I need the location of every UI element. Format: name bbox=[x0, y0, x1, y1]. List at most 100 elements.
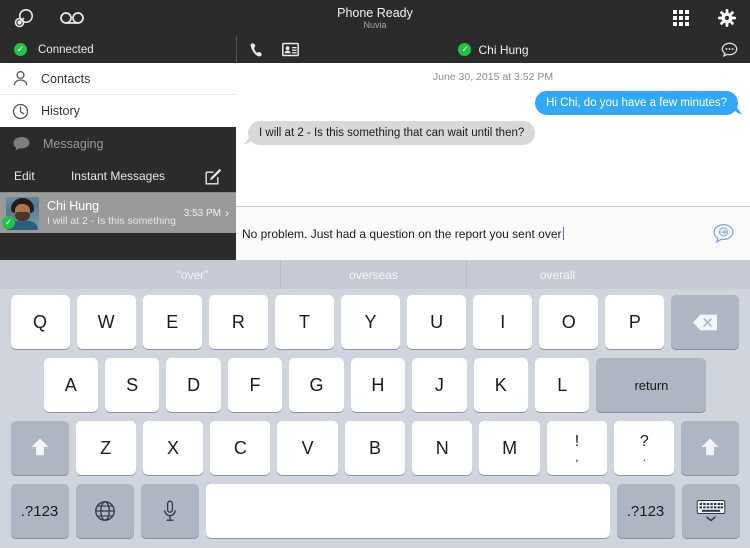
key-v[interactable]: V bbox=[277, 421, 338, 475]
connected-check-icon: ✓ bbox=[14, 43, 27, 56]
backspace-icon bbox=[693, 314, 718, 330]
key-g[interactable]: G bbox=[289, 358, 344, 412]
key-c[interactable]: C bbox=[210, 421, 271, 475]
key-u[interactable]: U bbox=[407, 295, 467, 349]
keyboard-row-2: A S D F G H J K L return bbox=[6, 356, 744, 414]
connected-label: Connected bbox=[38, 43, 94, 56]
conversation-toolbar: ✓ Chi Hung bbox=[236, 36, 750, 63]
key-b[interactable]: B bbox=[344, 421, 406, 475]
message-row-outgoing: Hi Chi, do you have a few minutes? bbox=[248, 91, 738, 115]
backspace-key[interactable] bbox=[671, 295, 740, 349]
shift-key-right[interactable] bbox=[681, 421, 740, 475]
key-w[interactable]: W bbox=[76, 295, 136, 349]
phone-handset-icon[interactable] bbox=[249, 42, 264, 58]
connection-status: ✓ Connected bbox=[0, 36, 236, 63]
shift-arrow-icon bbox=[701, 438, 719, 456]
instant-messages-bar: Edit Instant Messages bbox=[0, 160, 236, 192]
sidebar-item-history-label: History bbox=[41, 104, 80, 118]
compose-pencil-icon[interactable] bbox=[205, 168, 222, 185]
key-y[interactable]: Y bbox=[340, 295, 401, 349]
chat-bubble-icon bbox=[721, 42, 738, 57]
conversation-contact-name: Chi Hung bbox=[478, 42, 529, 57]
list-item[interactable]: ✓ Chi Hung I will at 2 - Is this somethi… bbox=[0, 192, 236, 233]
keyboard-row-4: .?123 .?123 bbox=[6, 482, 744, 540]
sidebar-section-messaging[interactable]: Messaging bbox=[0, 127, 236, 160]
key-f[interactable]: F bbox=[227, 358, 283, 412]
microphone-key[interactable] bbox=[140, 484, 199, 538]
phone-status-title: Phone Ready bbox=[337, 5, 413, 20]
key-period-label: . bbox=[642, 449, 646, 464]
list-item-time: 3:53 PM bbox=[183, 207, 221, 219]
sidebar-item-history[interactable]: History bbox=[0, 95, 236, 127]
message-pane: June 30, 2015 at 3:52 PM Hi Chi, do you … bbox=[236, 63, 750, 260]
keyboard-row-3: Z X C V B N M ! , ? . bbox=[6, 419, 744, 477]
keyboard-rows: Q W E R T Y U I O P A S D F G H J K L re… bbox=[0, 289, 750, 548]
key-z[interactable]: Z bbox=[75, 421, 136, 475]
dialpad-grid-icon[interactable] bbox=[658, 0, 704, 36]
key-d[interactable]: D bbox=[166, 358, 221, 412]
top-bar-left-icons bbox=[0, 0, 96, 36]
sidebar: Contacts History Messaging Edit Instant … bbox=[0, 63, 236, 260]
suggestion-0[interactable]: “over” bbox=[105, 260, 281, 289]
autocorrect-suggestion-bar: “over” overseas overall bbox=[0, 260, 750, 289]
key-a[interactable]: A bbox=[43, 358, 98, 412]
message-bubble-incoming: I will at 2 - Is this something that can… bbox=[248, 121, 536, 145]
chat-bubble-icon bbox=[12, 136, 31, 152]
key-j[interactable]: J bbox=[412, 358, 467, 412]
key-question-period[interactable]: ? . bbox=[614, 421, 675, 475]
hide-keyboard-icon bbox=[696, 500, 725, 522]
key-p[interactable]: P bbox=[605, 295, 665, 349]
gear-icon[interactable] bbox=[704, 0, 750, 36]
key-question-label: ? bbox=[639, 432, 649, 450]
message-list[interactable]: June 30, 2015 at 3:52 PM Hi Chi, do you … bbox=[236, 63, 750, 206]
space-key[interactable] bbox=[205, 484, 610, 538]
shift-key-left[interactable] bbox=[10, 421, 69, 475]
avatar: ✓ bbox=[2, 196, 39, 230]
on-screen-keyboard: “over” overseas overall Q W E R T Y U I … bbox=[0, 260, 750, 548]
sidebar-section-messaging-label: Messaging bbox=[43, 136, 104, 151]
key-x[interactable]: X bbox=[142, 421, 204, 475]
key-h[interactable]: H bbox=[350, 358, 406, 412]
sidebar-item-contacts[interactable]: Contacts bbox=[0, 63, 236, 95]
key-l[interactable]: L bbox=[535, 358, 590, 412]
conversation-contact: ✓ Chi Hung bbox=[237, 36, 750, 63]
numeric-key-right[interactable]: .?123 bbox=[616, 484, 675, 538]
key-m[interactable]: M bbox=[479, 421, 540, 475]
message-input[interactable]: No problem. Just had a question on the r… bbox=[236, 226, 696, 241]
message-bubble-outgoing: Hi Chi, do you have a few minutes? bbox=[535, 91, 738, 115]
text-caret bbox=[562, 226, 564, 240]
key-n[interactable]: N bbox=[412, 421, 473, 475]
shift-arrow-icon bbox=[31, 438, 48, 456]
contact-card-icon[interactable] bbox=[282, 42, 299, 57]
key-k[interactable]: K bbox=[473, 358, 528, 412]
key-o[interactable]: O bbox=[539, 295, 599, 349]
clock-icon bbox=[12, 103, 29, 120]
voicemail-icon[interactable] bbox=[48, 0, 96, 36]
return-key[interactable]: return bbox=[596, 358, 707, 412]
key-s[interactable]: S bbox=[104, 358, 160, 412]
key-r[interactable]: R bbox=[208, 295, 268, 349]
key-q[interactable]: Q bbox=[10, 295, 70, 349]
list-item-preview: I will at 2 - Is this something t… bbox=[47, 214, 176, 227]
globe-icon bbox=[94, 501, 115, 521]
numeric-key-left[interactable]: .?123 bbox=[10, 484, 69, 538]
message-row-incoming: I will at 2 - Is this something that can… bbox=[248, 121, 738, 145]
top-bar-title-block: Phone Ready Nuvia bbox=[0, 0, 750, 36]
suggestion-2[interactable]: overall bbox=[467, 260, 648, 289]
conversation-chat-toggle[interactable] bbox=[721, 36, 738, 63]
keyboard-row-1: Q W E R T Y U I O P bbox=[6, 293, 744, 351]
top-bar-right-icons bbox=[658, 0, 750, 36]
hide-keyboard-key[interactable] bbox=[681, 484, 740, 538]
send-button[interactable] bbox=[696, 223, 750, 244]
person-icon bbox=[12, 70, 29, 87]
top-bar: Phone Ready Nuvia bbox=[0, 0, 750, 36]
key-t[interactable]: T bbox=[274, 295, 334, 349]
globe-key[interactable] bbox=[75, 484, 134, 538]
key-exclamation-comma[interactable]: ! , bbox=[546, 421, 608, 475]
suggestion-1[interactable]: overseas bbox=[281, 260, 467, 289]
key-i[interactable]: I bbox=[473, 295, 533, 349]
message-input-value: No problem. Just had a question on the r… bbox=[242, 226, 562, 241]
headset-icon[interactable] bbox=[0, 0, 48, 36]
list-item-meta: 3:53 PM › bbox=[184, 206, 236, 220]
key-e[interactable]: E bbox=[142, 295, 202, 349]
